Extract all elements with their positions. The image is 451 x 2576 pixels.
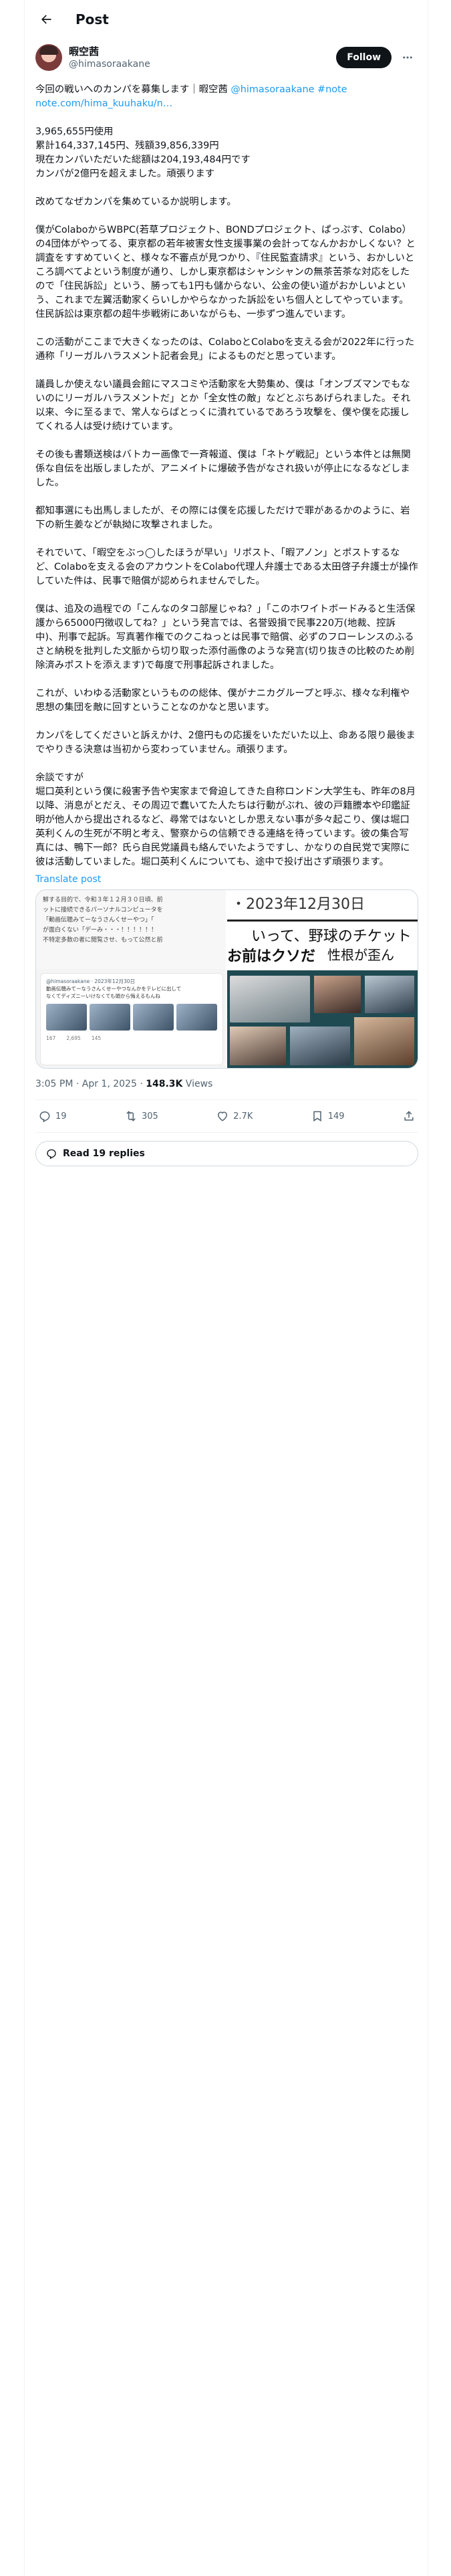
views-count: 148.3K xyxy=(146,1079,183,1089)
post-meta: 3:05 PM · Apr 1, 2025 · 148.3K Views xyxy=(35,1077,418,1091)
post-text: 今回の戦いへのカンパを募集します｜暇空茜 @himasoraakane #not… xyxy=(35,83,418,869)
follow-button[interactable]: Follow xyxy=(336,47,392,68)
author-row: 暇空茜 @himasoraakane Follow xyxy=(35,41,418,74)
translate-post-link[interactable]: Translate post xyxy=(35,872,418,887)
post-paragraph: 都知事選にも出馬しましたが、その際には僕を応援しただけで罪があるかのように、岩下… xyxy=(35,506,410,530)
embedded-like-count: 145 xyxy=(91,1035,102,1041)
more-horizontal-icon xyxy=(403,56,412,59)
post-paragraph: 余談ですが 堀口英利という僕に殺害予告や実家まで脅迫してきた自称ロンドン大学生も… xyxy=(35,772,416,867)
photo-tile xyxy=(230,976,310,1023)
media-image-left[interactable]: 鮮する目的で、令和３年１２月３０日頃、前 ットに接続できるパーソナルコンピュータ… xyxy=(36,890,227,1068)
read-replies-button[interactable]: Read 19 replies xyxy=(35,1141,418,1166)
more-options-button[interactable] xyxy=(397,47,418,68)
post-timestamp[interactable]: 3:05 PM · Apr 1, 2025 · xyxy=(35,1079,146,1089)
thumbnail-image xyxy=(90,1004,130,1031)
embedded-tweet-thumbnails xyxy=(46,1004,217,1031)
photo-tile xyxy=(230,1027,286,1065)
post-paragraph: この活動がここまで大きくなったのは、ColaboとColaboを支える会が202… xyxy=(35,337,415,362)
divider xyxy=(35,1132,418,1133)
repost-count: 305 xyxy=(141,1111,158,1121)
photo-tile xyxy=(365,976,414,1013)
photo-tile xyxy=(290,1027,350,1065)
top-bar: Post xyxy=(25,0,428,39)
document-scan-text: 鮮する目的で、令和３年１２月３０日頃、前 ットに接続できるパーソナルコンピュータ… xyxy=(36,890,226,969)
post-paragraph: 僕は、追及の過程での「こんなのタコ部屋じゃね？」「このホワイトボードみると生活保… xyxy=(35,604,416,671)
embedded-tweet-handle: @himasoraakane · 2023年12月30日 xyxy=(46,978,136,984)
back-button[interactable] xyxy=(34,7,58,31)
post-paragraph: それでいて、「暇空をぶっ◯したほうが早い」リポスト、「暇アノン」とポストするなど… xyxy=(35,548,418,586)
post-intro: 今回の戦いへのカンパを募集します｜暇空茜 xyxy=(35,84,231,95)
embedded-tweet-stats: 167 2,695 145 xyxy=(46,1035,217,1042)
post-paragraph: 僕がColaboからWBPC(若草プロジェクト、BONDプロジェクト、ぱっぷす、… xyxy=(35,225,416,320)
author-names: 暇空茜 @himasoraakane xyxy=(69,45,336,70)
speech-bubble-icon xyxy=(47,1149,56,1160)
repost-button[interactable]: 305 xyxy=(124,1109,158,1123)
bookmark-count: 149 xyxy=(327,1111,345,1121)
post-paragraph: 改めてなぜカンパを集めているか説明します。 xyxy=(35,197,237,207)
tv-screen-photo xyxy=(227,970,418,1068)
post: 暇空茜 @himasoraakane Follow 今回の戦いへのカンパを募集し… xyxy=(35,41,418,1166)
share-button[interactable] xyxy=(402,1109,416,1123)
avatar[interactable] xyxy=(35,44,62,71)
tv-caption-line: いって、野球のチケット xyxy=(251,928,412,945)
media-grid: 鮮する目的で、令和３年１２月３０日頃、前 ットに接続できるパーソナルコンピュータ… xyxy=(35,889,418,1069)
embedded-repost-count: 2,695 xyxy=(66,1035,81,1041)
post-paragraph: 3,965,655円使用 累計164,337,145円、残額39,856,339… xyxy=(35,126,251,179)
post-paragraph: カンパをしてくださいと訴えかけ、2億円もの応援をいただいた以上、命ある限り最後ま… xyxy=(35,730,416,755)
embedded-reply-count: 167 xyxy=(46,1035,56,1041)
embedded-tweet-screenshot: @himasoraakane · 2023年12月30日 動画伝聴みてーなうさん… xyxy=(40,973,223,1065)
reply-count: 19 xyxy=(55,1111,67,1121)
post-paragraph: 議員しか使えない議員会館にマスコミや活動家を大勢集め、僕は「オンブズマンでもない… xyxy=(35,379,411,432)
reply-icon xyxy=(39,1111,50,1123)
heart-icon xyxy=(218,1111,228,1121)
author-display-name[interactable]: 暇空茜 xyxy=(69,45,336,58)
thumbnail-image xyxy=(133,1004,174,1031)
post-paragraph: これが、いわゆる活動家というものの総体、僕がナニカグループと呼ぶ、様々な利権や思… xyxy=(35,688,410,713)
left-column-rule xyxy=(24,0,25,2576)
embedded-tweet-text: 動画伝聴みてーなうさんくせーやつなんかをテレビに出して なくてディズニーいけなく… xyxy=(46,986,182,999)
thumbnail-image xyxy=(176,1004,217,1031)
thumbnail-image xyxy=(46,1004,87,1031)
media-image-right[interactable]: ・2023年12月30日 いって、野球のチケット お前はクソだ 性根が歪ん xyxy=(227,890,418,1068)
tv-caption-banner: いって、野球のチケット お前はクソだ 性根が歪ん xyxy=(227,920,418,966)
read-replies-label: Read 19 replies xyxy=(63,1148,145,1159)
photo-tile xyxy=(354,1017,414,1065)
page-title: Post xyxy=(76,11,109,27)
post-paragraph: その後も書類送検はバトカー画像で一斉報道、僕は「ネトゲ戦記」という本件とは無関係… xyxy=(35,449,411,488)
photo-tile xyxy=(314,976,361,1013)
tv-caption-date: ・2023年12月30日 xyxy=(227,890,418,920)
share-icon xyxy=(404,1111,414,1121)
bookmark-icon xyxy=(313,1111,321,1122)
like-count: 2.7K xyxy=(233,1111,253,1121)
like-button[interactable]: 2.7K xyxy=(216,1109,253,1123)
tv-caption-line: お前はクソだ xyxy=(227,948,316,965)
reply-button[interactable]: 19 xyxy=(38,1109,67,1123)
repost-icon xyxy=(126,1111,136,1121)
tv-caption-line: 性根が歪ん xyxy=(327,947,394,963)
note-url-link[interactable]: note.com/hima_kuuhaku/n… xyxy=(35,98,172,109)
author-handle[interactable]: @himasoraakane xyxy=(69,58,336,70)
action-bar: 19 305 2.7K 149 xyxy=(35,1100,418,1132)
mention-link[interactable]: @himasoraakane #note xyxy=(231,84,347,95)
arrow-left-icon xyxy=(41,15,51,24)
bookmark-button[interactable]: 149 xyxy=(311,1109,345,1123)
views-label: Views xyxy=(182,1079,213,1089)
